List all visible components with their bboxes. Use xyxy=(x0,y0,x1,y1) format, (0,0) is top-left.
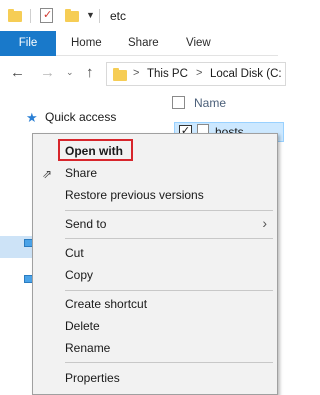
star-icon: ★ xyxy=(26,110,38,125)
breadcrumb-separator[interactable]: > xyxy=(196,67,202,79)
recent-locations-icon[interactable]: ⌄ xyxy=(66,67,74,78)
menu-item-copy[interactable]: Copy xyxy=(33,264,277,286)
column-header-name[interactable]: Name xyxy=(194,96,226,110)
share-icon: ⇗ xyxy=(42,167,53,181)
forward-arrow-icon[interactable]: → xyxy=(40,64,55,81)
window-title: etc xyxy=(110,9,127,23)
menu-item-label: Open with xyxy=(65,144,123,158)
menu-item-label: Delete xyxy=(65,319,100,333)
divider xyxy=(30,9,31,23)
menu-item-delete[interactable]: Delete xyxy=(33,315,277,337)
menu-item-label: Cut xyxy=(65,246,84,260)
properties-icon[interactable]: ✓ xyxy=(40,8,53,23)
menu-item-label: Create shortcut xyxy=(65,297,148,311)
menu-item-rename[interactable]: Rename xyxy=(33,337,277,359)
tab-share[interactable]: Share xyxy=(128,31,159,56)
menu-item-label: Restore previous versions xyxy=(65,188,204,202)
quick-access-label[interactable]: Quick access xyxy=(45,110,116,124)
menu-item-label: Copy xyxy=(65,268,94,282)
customize-toolbar-icon[interactable]: ▼ xyxy=(86,10,95,20)
navigation-bar: ← → ⌄ ↑ > This PC > Local Disk (C: xyxy=(0,56,286,90)
tab-home[interactable]: Home xyxy=(71,31,102,56)
menu-separator xyxy=(65,210,273,211)
select-all-checkbox[interactable] xyxy=(172,96,185,109)
tab-file[interactable]: File xyxy=(0,31,56,56)
chevron-right-icon: › xyxy=(262,215,267,231)
title-bar: ✓ ▼ etc xyxy=(0,0,278,31)
menu-separator xyxy=(65,290,273,291)
menu-item-send-to[interactable]: Send to › xyxy=(33,213,277,235)
back-arrow-icon[interactable]: ← xyxy=(10,64,25,81)
breadcrumb-local-disk[interactable]: Local Disk (C: xyxy=(210,68,282,80)
tab-view[interactable]: View xyxy=(186,31,211,56)
menu-item-open-with[interactable]: Open with xyxy=(33,140,277,162)
breadcrumb-this-pc[interactable]: This PC xyxy=(147,68,188,80)
menu-item-label: Share xyxy=(65,166,98,180)
menu-item-share[interactable]: ⇗ Share xyxy=(33,162,277,184)
menu-separator xyxy=(65,238,273,239)
menu-item-label: Rename xyxy=(65,341,111,355)
menu-item-cut[interactable]: Cut xyxy=(33,242,277,264)
up-arrow-icon[interactable]: ↑ xyxy=(86,64,94,81)
menu-item-properties[interactable]: Properties xyxy=(33,367,277,389)
folder-icon xyxy=(113,68,127,81)
new-folder-icon[interactable] xyxy=(65,9,79,22)
menu-item-label: Send to xyxy=(65,217,107,231)
divider xyxy=(99,9,100,23)
menu-item-label: Properties xyxy=(65,371,120,385)
ribbon-tabs: File Home Share View xyxy=(0,31,278,56)
menu-item-create-shortcut[interactable]: Create shortcut xyxy=(33,293,277,315)
address-bar[interactable]: > This PC > Local Disk (C: xyxy=(106,62,286,86)
breadcrumb-separator[interactable]: > xyxy=(133,67,139,79)
context-menu: Open with ⇗ Share Restore previous versi… xyxy=(32,133,278,395)
menu-separator xyxy=(65,362,273,363)
folder-icon xyxy=(8,9,22,22)
menu-item-restore-previous-versions[interactable]: Restore previous versions xyxy=(33,184,277,206)
